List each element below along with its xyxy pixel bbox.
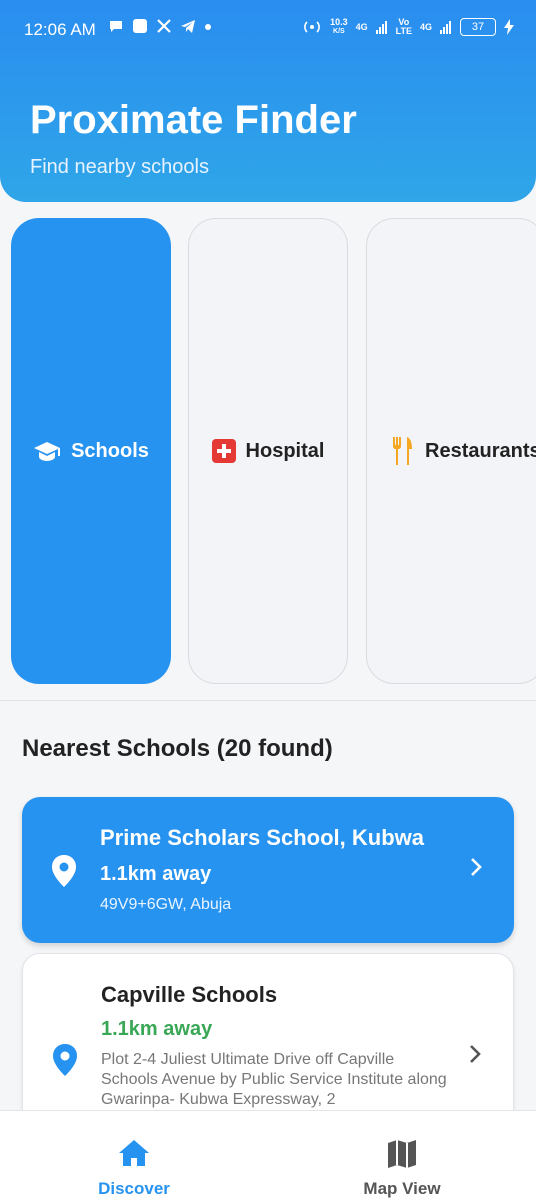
map-icon [388, 1140, 416, 1168]
category-schools[interactable]: Schools [11, 218, 171, 684]
notification-icons [108, 18, 212, 34]
location-pin-icon [52, 855, 76, 887]
result-name: Capville Schools [101, 982, 278, 1007]
page-subtitle: Find nearby schools [30, 156, 209, 178]
x-icon [157, 19, 171, 33]
bottom-navigation: Discover Map View [0, 1110, 536, 1201]
chevron-right-icon [471, 858, 482, 876]
medical-cross-icon [211, 439, 236, 463]
location-pin-icon [53, 1044, 77, 1076]
nav-label: Map View [363, 1179, 441, 1198]
app-square-icon [133, 19, 147, 33]
results-heading: Nearest Schools (20 found) [22, 735, 333, 762]
category-label: Restaurants [425, 439, 536, 462]
status-bar: 12:06 AM 10.3 K/S 4G Vo LTE 4G 37 [0, 0, 536, 60]
chat-icon [110, 21, 122, 32]
category-restaurants[interactable]: Restaurants [366, 218, 536, 684]
graduation-cap-icon [34, 442, 61, 461]
result-address: Plot 2-4 Juliest Ultimate Drive off Capv… [101, 1051, 447, 1108]
home-icon [119, 1140, 149, 1166]
network-type-1: 4G [355, 21, 368, 32]
status-time: 12:06 AM [24, 20, 96, 39]
category-label: Hospital [245, 439, 325, 462]
category-label: Schools [71, 439, 149, 462]
nav-discover[interactable]: Discover [0, 1111, 268, 1201]
result-name: Prime Scholars School, Kubwa [100, 825, 424, 850]
fork-knife-icon [393, 437, 412, 465]
network-type-2: 4G [419, 21, 432, 32]
chevron-right-icon [470, 1045, 481, 1063]
more-dot-icon [205, 24, 211, 30]
app-header: 12:06 AM 10.3 K/S 4G Vo LTE 4G 37 Proximat… [0, 0, 536, 202]
hotspot-icon [304, 21, 320, 33]
result-address: 49V9+6GW, Abuja [100, 896, 232, 913]
battery-indicator: 37 [460, 18, 496, 36]
result-distance: 1.1km away [101, 1018, 213, 1040]
charging-icon [504, 19, 514, 35]
nav-label: Discover [98, 1179, 170, 1198]
category-selector: Schools Hospital Restaurants [0, 218, 536, 686]
telegram-icon [181, 20, 195, 33]
section-divider [0, 700, 536, 701]
category-hospital[interactable]: Hospital [188, 218, 348, 684]
signal-icon [375, 21, 387, 34]
network-speed: 10.3 K/S [330, 17, 348, 36]
result-distance: 1.1km away [100, 863, 212, 885]
page-title: Proximate Finder [30, 98, 357, 142]
result-card[interactable]: Prime Scholars School, Kubwa 1.1km away … [22, 797, 514, 943]
nav-map-view[interactable]: Map View [268, 1111, 536, 1201]
signal-icon-2 [440, 21, 451, 34]
system-status-icons: 10.3 K/S 4G Vo LTE 4G 37 [302, 18, 514, 36]
volte-indicator: Vo LTE [395, 17, 412, 36]
